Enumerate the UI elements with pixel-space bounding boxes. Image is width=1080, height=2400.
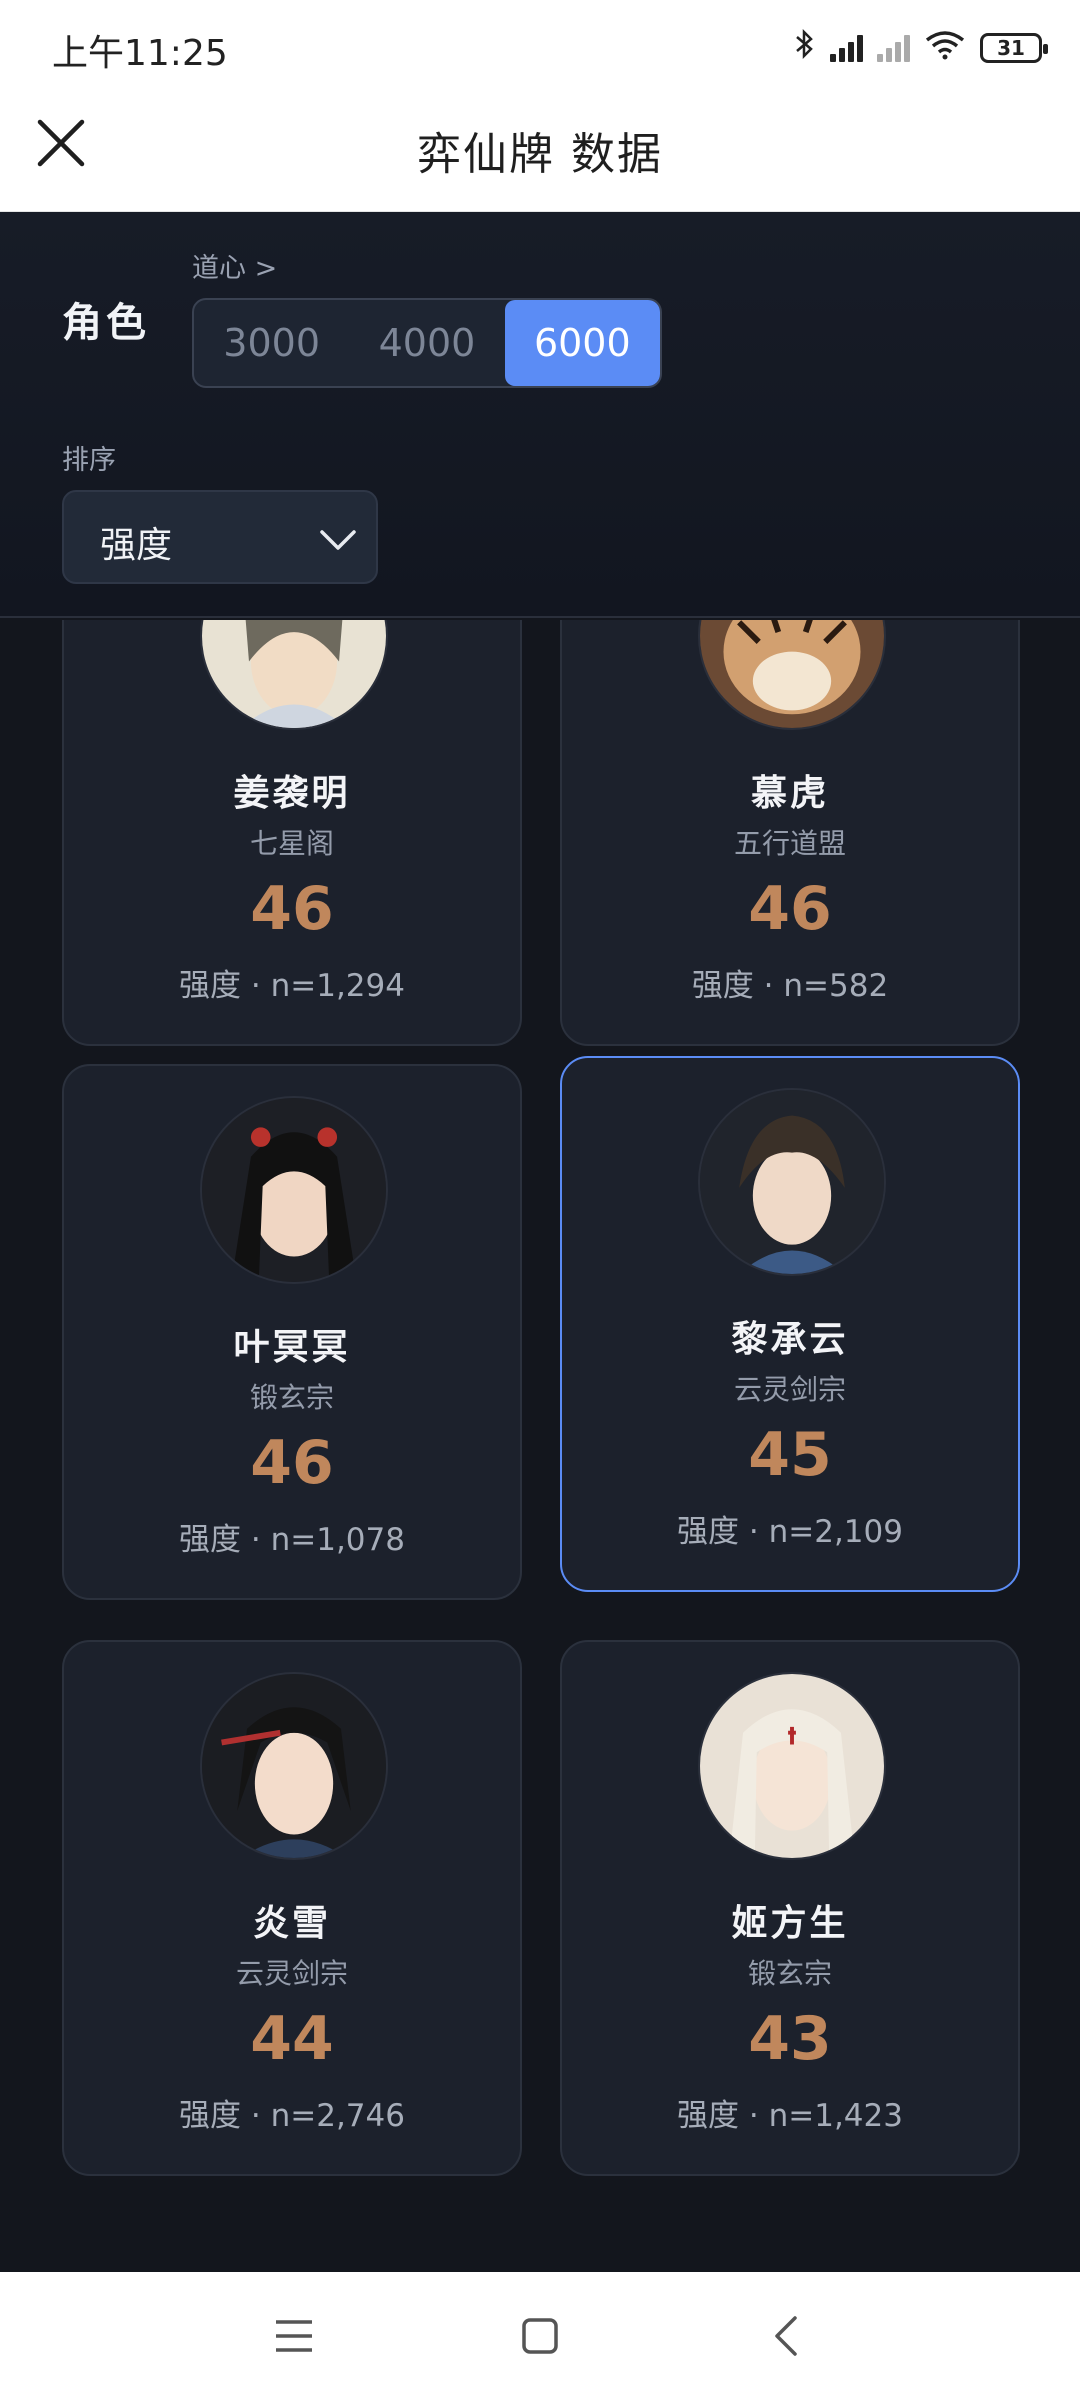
card-score: 46 bbox=[748, 874, 832, 944]
segment-4000[interactable]: 4000 bbox=[349, 300, 504, 386]
status-icons: 31 bbox=[794, 28, 1048, 67]
daoxin-segmented-control: 3000 4000 6000 bbox=[192, 298, 662, 388]
daoxin-label[interactable]: 道心 > bbox=[192, 246, 277, 285]
card-sect: 锻玄宗 bbox=[249, 1381, 334, 1414]
card-sect: 锻玄宗 bbox=[747, 1957, 832, 1990]
card-name: 黎承云 bbox=[731, 1319, 849, 1360]
card-score: 46 bbox=[250, 874, 334, 944]
card-name: 炎雪 bbox=[252, 1903, 331, 1944]
filter-panel: 角色 道心 > 3000 4000 6000 排序 强度 bbox=[0, 212, 1080, 618]
avatar bbox=[698, 620, 886, 730]
sort-value: 强度 bbox=[100, 525, 173, 566]
menu-button[interactable] bbox=[266, 2308, 322, 2364]
card-meta: 强度 · n=1,078 bbox=[179, 1522, 405, 1558]
status-bar: 上午11:25 31 bbox=[0, 0, 1080, 90]
character-grid: 姜袭明 七星阁 46 强度 · n=1,294 慕虎 五行道盟 46 强度 · … bbox=[0, 620, 1080, 2272]
signal-2-icon bbox=[877, 34, 910, 62]
role-label: 角色 bbox=[62, 300, 150, 346]
card-meta: 强度 · n=2,109 bbox=[677, 1514, 903, 1550]
card-meta: 强度 · n=1,294 bbox=[179, 968, 405, 1004]
avatar bbox=[698, 1672, 886, 1860]
card-name: 慕虎 bbox=[750, 773, 829, 814]
app-bar: 弈仙牌 数据 bbox=[0, 90, 1080, 212]
home-square-icon bbox=[522, 2318, 558, 2354]
card-sect: 云灵剑宗 bbox=[733, 1373, 846, 1406]
wifi-icon bbox=[924, 28, 966, 67]
segment-6000[interactable]: 6000 bbox=[504, 300, 660, 386]
card-name: 姜袭明 bbox=[233, 773, 351, 814]
card-score: 44 bbox=[250, 2004, 334, 2074]
avatar bbox=[200, 620, 388, 730]
character-card[interactable]: 叶冥冥 锻玄宗 46 强度 · n=1,078 bbox=[62, 1064, 522, 1600]
card-sect: 七星阁 bbox=[249, 827, 334, 860]
signal-icon bbox=[830, 34, 863, 62]
battery-icon: 31 bbox=[980, 32, 1048, 63]
card-meta: 强度 · n=2,746 bbox=[179, 2098, 405, 2134]
card-score: 46 bbox=[250, 1428, 334, 1498]
character-card[interactable]: 姬方生 锻玄宗 43 强度 · n=1,423 bbox=[560, 1640, 1020, 2176]
bluetooth-icon bbox=[794, 28, 816, 67]
card-name: 叶冥冥 bbox=[233, 1327, 351, 1368]
status-time: 上午11:25 bbox=[52, 33, 228, 74]
card-meta: 强度 · n=1,423 bbox=[677, 2098, 903, 2134]
card-score: 45 bbox=[748, 1420, 832, 1490]
page-title: 弈仙牌 数据 bbox=[417, 129, 663, 180]
character-card[interactable]: 慕虎 五行道盟 46 强度 · n=582 bbox=[560, 620, 1020, 1046]
avatar bbox=[200, 1672, 388, 1860]
card-name: 姬方生 bbox=[731, 1903, 849, 1944]
sort-dropdown[interactable]: 强度 bbox=[62, 490, 378, 584]
card-sect: 云灵剑宗 bbox=[235, 1957, 348, 1990]
character-card[interactable]: 姜袭明 七星阁 46 强度 · n=1,294 bbox=[62, 620, 522, 1046]
sort-label: 排序 bbox=[62, 445, 116, 476]
chevron-down-icon bbox=[320, 530, 356, 550]
avatar bbox=[200, 1096, 388, 1284]
card-score: 43 bbox=[748, 2004, 832, 2074]
avatar bbox=[698, 1088, 886, 1276]
back-chevron-icon bbox=[775, 2316, 797, 2356]
back-button[interactable] bbox=[758, 2308, 814, 2364]
card-sect: 五行道盟 bbox=[733, 827, 846, 860]
card-meta: 强度 · n=582 bbox=[691, 968, 889, 1004]
system-nav-bar bbox=[0, 2272, 1080, 2400]
home-button[interactable] bbox=[512, 2308, 568, 2364]
character-card[interactable]: 炎雪 云灵剑宗 44 强度 · n=2,746 bbox=[62, 1640, 522, 2176]
segment-3000[interactable]: 3000 bbox=[194, 300, 349, 386]
menu-icon bbox=[276, 2320, 312, 2352]
character-card-selected[interactable]: 黎承云 云灵剑宗 45 强度 · n=2,109 bbox=[560, 1056, 1020, 1592]
